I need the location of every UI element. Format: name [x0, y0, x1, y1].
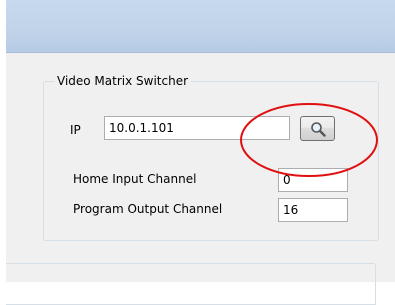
video-matrix-switcher-groupbox: Video Matrix Switcher IP 10.0.1.101 Home…	[43, 73, 379, 241]
ip-address-input[interactable]: 10.0.1.101	[104, 116, 290, 140]
secondary-panel	[6, 263, 376, 305]
window-titlebar	[6, 0, 395, 53]
groupbox-title: Video Matrix Switcher	[54, 73, 192, 89]
ip-label: IP	[70, 123, 81, 137]
settings-panel: Video Matrix Switcher IP 10.0.1.101 Home…	[6, 53, 395, 305]
search-button[interactable]	[300, 116, 335, 141]
magnifier-icon	[311, 122, 326, 137]
home-input-channel-label: Home Input Channel	[73, 172, 197, 186]
home-input-channel-input[interactable]: 0	[278, 168, 348, 192]
program-output-channel-input[interactable]: 16	[278, 198, 348, 222]
program-output-channel-label: Program Output Channel	[73, 202, 223, 216]
